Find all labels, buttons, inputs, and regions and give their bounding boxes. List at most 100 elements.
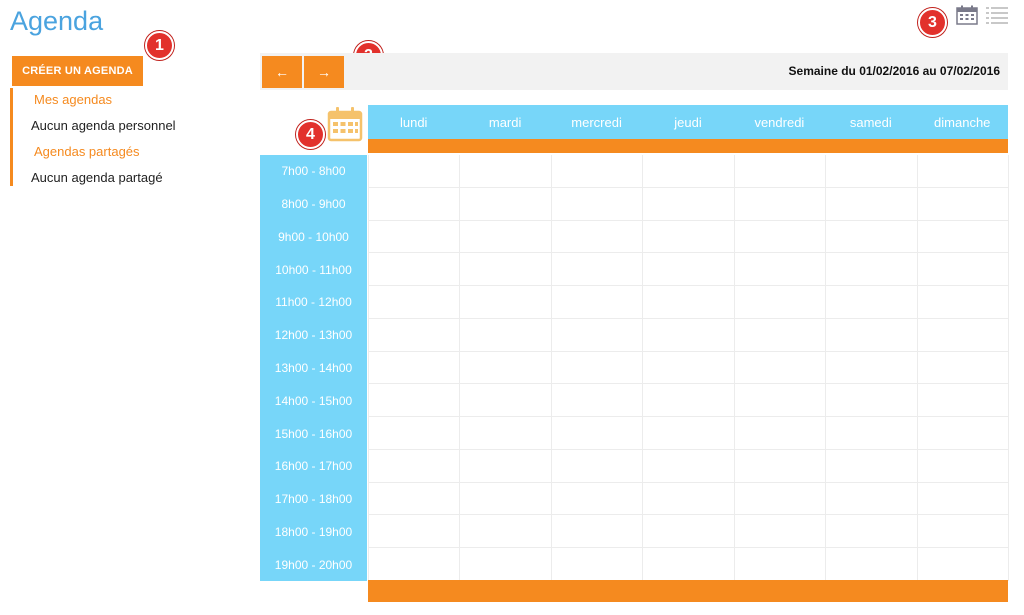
calendar-cell[interactable] [643,449,735,483]
calendar-cell[interactable] [826,482,918,516]
calendar-cell[interactable] [460,384,552,418]
calendar-cell[interactable] [369,482,461,516]
calendar-cell[interactable] [551,482,644,516]
calendar-cell[interactable] [460,155,552,188]
calendar-cell[interactable] [917,318,1009,352]
calendar-cell[interactable] [551,318,644,352]
calendar-cell[interactable] [369,220,461,254]
calendar-cell[interactable] [369,318,461,352]
calendar-cell[interactable] [643,220,735,254]
calendar-cell[interactable] [917,548,1009,581]
time-slot-label: 10h00 - 11h00 [275,262,352,277]
calendar-cell[interactable] [917,515,1009,549]
calendar-cell[interactable] [643,253,735,287]
calendar-cell[interactable] [551,384,644,418]
calendar-cell[interactable] [734,155,827,188]
calendar-cell[interactable] [460,548,552,581]
calendar-cell[interactable] [369,351,461,385]
calendar-cell[interactable] [460,351,552,385]
calendar-cell[interactable] [917,220,1009,254]
calendar-cell[interactable] [369,417,461,450]
calendar-cell[interactable] [643,515,735,549]
calendar-cell[interactable] [551,187,644,221]
calendar-cell[interactable] [643,548,735,581]
calendar-cell[interactable] [643,384,735,418]
calendar-cell[interactable] [369,449,461,483]
calendar-cell[interactable] [917,286,1009,319]
calendar-icon[interactable] [327,106,363,142]
calendar-cell[interactable] [734,351,827,385]
calendar-cell[interactable] [460,417,552,450]
calendar-cell[interactable] [917,253,1009,287]
calendar-cell[interactable] [643,482,735,516]
calendar-cell[interactable] [369,155,461,188]
calendar-cell[interactable] [917,417,1009,450]
calendar-cell[interactable] [734,482,827,516]
calendar-cell[interactable] [826,220,918,254]
calendar-cell[interactable] [551,220,644,254]
calendar-cell[interactable] [734,548,827,581]
calendar-cell[interactable] [734,515,827,549]
calendar-cell[interactable] [826,384,918,418]
calendar-cell[interactable] [369,548,461,581]
calendar-cell[interactable] [460,220,552,254]
calendar-cell[interactable] [734,417,827,450]
calendar-cell[interactable] [643,187,735,221]
calendar-cell[interactable] [551,449,644,483]
calendar-cell[interactable] [460,253,552,287]
calendar-view-icon[interactable] [956,5,978,25]
calendar-cell[interactable] [826,253,918,287]
create-agenda-button[interactable]: CRÉER UN AGENDA [12,56,143,86]
calendar-cell[interactable] [826,515,918,549]
calendar-cell[interactable] [460,482,552,516]
calendar-cell[interactable] [643,286,735,319]
calendar-cell[interactable] [917,187,1009,221]
calendar-cell[interactable] [551,286,644,319]
calendar-cell[interactable] [551,253,644,287]
calendar-cell[interactable] [826,187,918,221]
calendar-cell[interactable] [643,318,735,352]
calendar-cell[interactable] [734,253,827,287]
calendar-cell[interactable] [734,318,827,352]
calendar-cell[interactable] [551,351,644,385]
calendar-cell[interactable] [826,351,918,385]
list-view-icon[interactable] [986,6,1008,24]
calendar-cell[interactable] [826,318,918,352]
calendar-cell[interactable] [369,515,461,549]
calendar-cell[interactable] [826,286,918,319]
previous-week-button[interactable]: ← [262,56,302,88]
calendar-cell[interactable] [460,515,552,549]
calendar-cell[interactable] [369,384,461,418]
calendar-cell[interactable] [369,253,461,287]
calendar-cell[interactable] [460,286,552,319]
calendar-cell[interactable] [643,417,735,450]
calendar-cell[interactable] [643,155,735,188]
calendar-cell[interactable] [734,286,827,319]
calendar-cell[interactable] [826,449,918,483]
next-week-button[interactable]: → [304,56,344,88]
calendar-cell[interactable] [369,286,461,319]
calendar-cell[interactable] [369,187,461,221]
calendar-cell[interactable] [917,482,1009,516]
calendar-cell[interactable] [734,187,827,221]
calendar-cell[interactable] [551,155,644,188]
calendar-cell[interactable] [734,384,827,418]
calendar-cell[interactable] [551,515,644,549]
calendar-cell[interactable] [734,449,827,483]
calendar-cell[interactable] [460,187,552,221]
calendar-cell[interactable] [460,449,552,483]
calendar-cell[interactable] [826,417,918,450]
calendar-cell[interactable] [826,548,918,581]
shared-agendas-heading[interactable]: Agendas partagés [34,144,140,159]
calendar-cell[interactable] [551,548,644,581]
my-agendas-heading[interactable]: Mes agendas [34,92,112,107]
calendar-cell[interactable] [917,384,1009,418]
calendar-cell[interactable] [734,220,827,254]
calendar-cell[interactable] [917,155,1009,188]
calendar-cell[interactable] [460,318,552,352]
calendar-cell[interactable] [917,449,1009,483]
calendar-cell[interactable] [643,351,735,385]
calendar-cell[interactable] [551,417,644,450]
calendar-cell[interactable] [826,155,918,188]
calendar-cell[interactable] [917,351,1009,385]
